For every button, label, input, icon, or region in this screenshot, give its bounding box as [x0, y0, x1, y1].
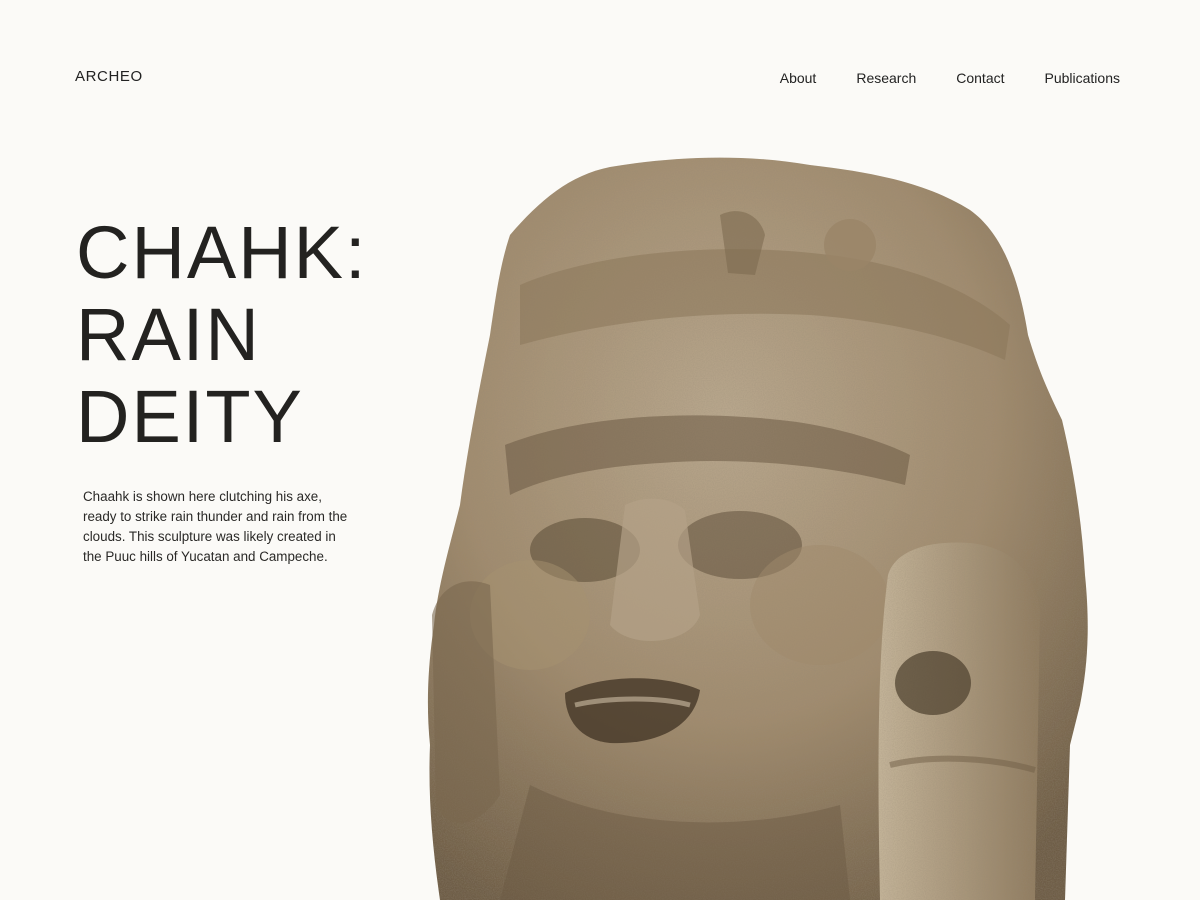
- statue-image: [427, 157, 1088, 900]
- main-navigation: About Research Contact Publications: [780, 70, 1120, 86]
- hero-description: Chaahk is shown here clutching his axe, …: [83, 489, 348, 564]
- nav-publications[interactable]: Publications: [1045, 70, 1121, 86]
- nav-contact[interactable]: Contact: [956, 70, 1004, 86]
- nav-research[interactable]: Research: [856, 70, 916, 86]
- brand-logo[interactable]: ARCHEO: [75, 68, 143, 85]
- hero-title-line-1: CHAHK:: [76, 211, 368, 294]
- hero-title-line-3: DEITY: [76, 375, 304, 458]
- hero-title-line-2: RAIN: [76, 293, 261, 376]
- hero-title: CHAHK: RAIN DEITY: [76, 212, 368, 458]
- nav-about[interactable]: About: [780, 70, 817, 86]
